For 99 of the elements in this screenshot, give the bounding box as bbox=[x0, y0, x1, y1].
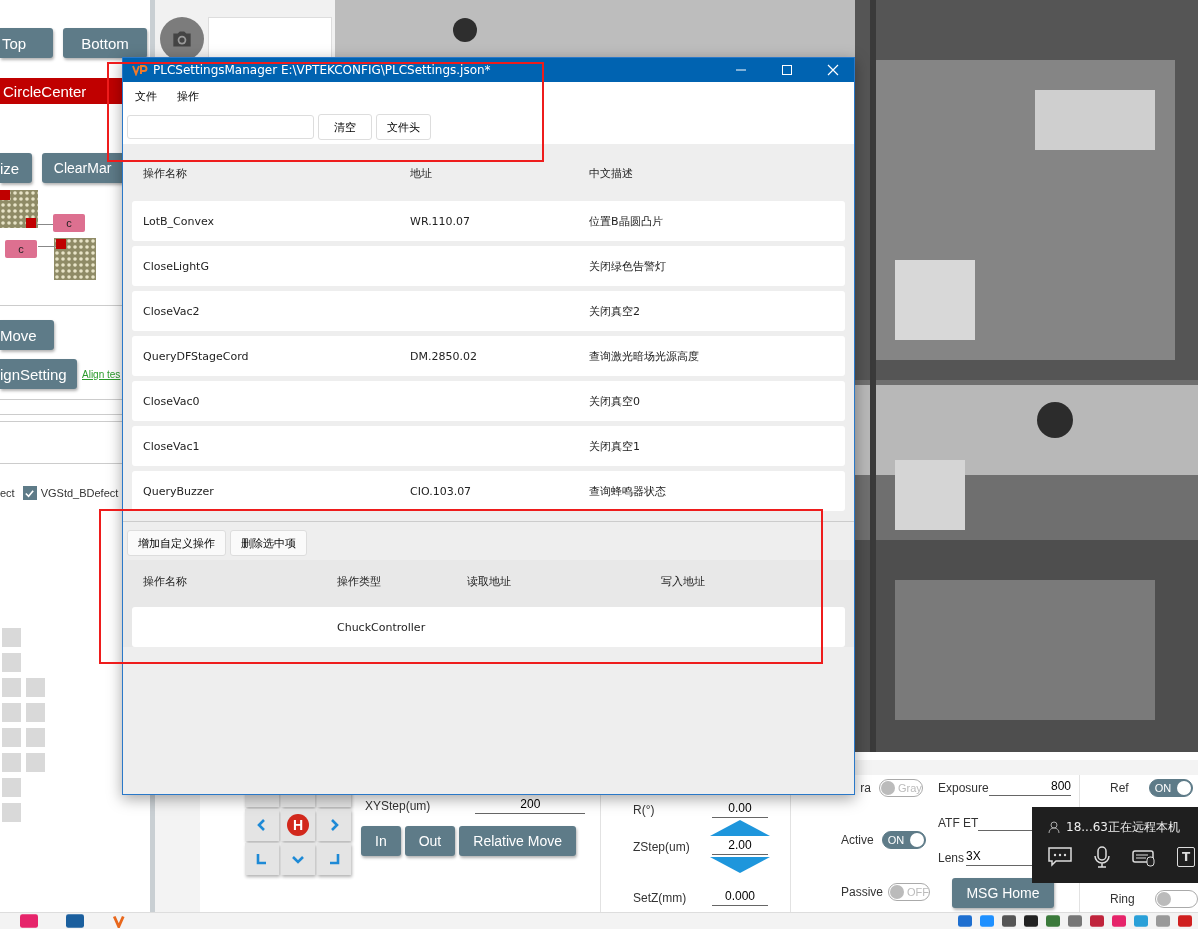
move-button[interactable]: Relative Move bbox=[459, 826, 576, 856]
close-icon[interactable] bbox=[827, 64, 839, 76]
align-setting-button[interactable]: ignSetting bbox=[0, 359, 77, 389]
window-title: PLCSettingsManager E:\VPTEKCONFIG\PLCSettings.json* bbox=[153, 63, 491, 77]
menu-item[interactable]: 操作 bbox=[177, 89, 199, 104]
value-field[interactable]: 2.00 bbox=[712, 838, 768, 855]
checkbox[interactable] bbox=[22, 486, 37, 500]
app-logo-icon bbox=[132, 64, 148, 76]
search-field[interactable] bbox=[127, 115, 314, 139]
field-label: ZStep(um) bbox=[633, 839, 690, 854]
toolbar-button[interactable]: 增加自定义操作 bbox=[127, 530, 226, 556]
toggle-switch[interactable]: ON bbox=[881, 831, 926, 849]
field-label: ATF ET bbox=[938, 815, 979, 830]
bottom-view-button[interactable]: Bottom bbox=[63, 28, 147, 58]
remote-status-text: 18...63正在远程本机 bbox=[1066, 819, 1180, 836]
toolbar-button[interactable]: 删除选中项 bbox=[230, 530, 307, 556]
table-cell: DM.2850.02 bbox=[410, 349, 477, 363]
table-row[interactable]: ChuckController bbox=[132, 607, 845, 647]
jog-button[interactable] bbox=[245, 809, 279, 841]
column-header: 地址 bbox=[409, 165, 433, 181]
menu-item[interactable]: 文件 bbox=[135, 89, 157, 104]
marker-handle[interactable] bbox=[56, 239, 66, 249]
table-cell: 位置B晶圆凸片 bbox=[589, 214, 663, 228]
column-header: 中文描述 bbox=[588, 165, 634, 181]
xy-step-field[interactable]: 200 bbox=[475, 797, 586, 814]
option-label: ect bbox=[0, 487, 15, 499]
move-button[interactable]: Out bbox=[404, 826, 456, 856]
table-cell: CloseLightG bbox=[143, 259, 209, 273]
app-icon[interactable] bbox=[20, 914, 38, 928]
mark-label[interactable]: c bbox=[5, 240, 37, 258]
jog-button[interactable] bbox=[317, 809, 351, 841]
table-cell: LotB_Convex bbox=[143, 214, 214, 228]
maximize-icon[interactable] bbox=[781, 64, 793, 76]
checker-pattern bbox=[54, 238, 96, 280]
move-button[interactable]: Move bbox=[0, 320, 54, 350]
microphone-icon[interactable] bbox=[1093, 846, 1111, 868]
table-row[interactable]: CloseVac0 关闭真空0 bbox=[132, 381, 845, 421]
triangle-down-icon[interactable] bbox=[710, 857, 770, 873]
toolbar-button[interactable]: 文件头 bbox=[376, 114, 431, 140]
value-field[interactable]: 0.00 bbox=[712, 801, 768, 818]
person-icon bbox=[1048, 821, 1060, 834]
field-label: SetZ(mm) bbox=[633, 890, 687, 905]
table-cell: 查询蜂鸣器状态 bbox=[589, 484, 666, 498]
marker-handle[interactable] bbox=[0, 190, 10, 200]
size-button[interactable]: ize bbox=[0, 153, 32, 183]
table-cell: CloseVac2 bbox=[143, 304, 200, 318]
table-row[interactable]: QueryBuzzer CIO.103.07 查询蜂鸣器状态 bbox=[132, 471, 845, 511]
table-row[interactable]: LotB_Convex WR.110.07 位置B晶圆凸片 bbox=[132, 201, 845, 241]
toggle-switch[interactable] bbox=[1154, 890, 1198, 908]
table-cell: 关闭真空1 bbox=[589, 439, 640, 453]
toggle-label: Ring bbox=[1110, 892, 1135, 906]
table-cell: ChuckController bbox=[337, 620, 426, 634]
table-row[interactable]: CloseLightG 关闭绿色告警灯 bbox=[132, 246, 845, 286]
toggle-switch[interactable]: ON bbox=[1148, 779, 1193, 797]
table-row[interactable]: CloseVac1 关闭真空1 bbox=[132, 426, 845, 466]
value-field[interactable]: 0.000 bbox=[712, 889, 768, 906]
table-cell: CloseVac0 bbox=[143, 394, 200, 408]
toggle-label: Active bbox=[841, 833, 874, 847]
table-cell: QueryDFStageCord bbox=[143, 349, 249, 363]
triangle-up-icon[interactable] bbox=[710, 820, 770, 836]
column-header: 写入地址 bbox=[660, 573, 706, 589]
table-cell: CloseVac1 bbox=[143, 439, 200, 453]
table-row[interactable]: QueryDFStageCord DM.2850.02 查询激光暗场光源高度 bbox=[132, 336, 845, 376]
move-button[interactable]: In bbox=[361, 826, 401, 856]
msg-home-button[interactable]: MSG Home bbox=[952, 878, 1054, 908]
table-cell: 关闭真空0 bbox=[589, 394, 640, 408]
jog-button[interactable] bbox=[317, 843, 351, 875]
toolbar-button[interactable]: 清空 bbox=[318, 114, 372, 140]
mark-label[interactable]: c bbox=[53, 214, 85, 232]
column-header: 操作类型 bbox=[336, 573, 382, 589]
marker-handle[interactable] bbox=[26, 218, 36, 228]
text-key[interactable]: T bbox=[1177, 847, 1195, 867]
jog-button[interactable] bbox=[281, 843, 315, 875]
chat-icon[interactable] bbox=[1048, 847, 1072, 867]
field-label: R(°) bbox=[633, 802, 655, 817]
top-view-button[interactable]: Top bbox=[0, 28, 53, 58]
table-cell: CIO.103.07 bbox=[410, 484, 472, 498]
tray-icon[interactable] bbox=[1024, 915, 1038, 927]
table-cell: 查询激光暗场光源高度 bbox=[589, 349, 699, 363]
jog-button[interactable]: H bbox=[281, 809, 315, 841]
table-cell: WR.110.07 bbox=[410, 214, 471, 228]
column-header: 操作名称 bbox=[142, 573, 188, 589]
app-icon[interactable] bbox=[66, 914, 84, 928]
field-label: Exposure bbox=[938, 780, 989, 795]
value-field[interactable]: 800 bbox=[988, 779, 1071, 796]
table-cell: QueryBuzzer bbox=[143, 484, 214, 498]
checkbox-label: VGStd_BDefect bbox=[40, 487, 119, 499]
table-row[interactable]: CloseVac2 关闭真空2 bbox=[132, 291, 845, 331]
table-cell: 关闭真空2 bbox=[589, 304, 640, 318]
toggle-label: ra bbox=[859, 781, 871, 795]
table-cell: 关闭绿色告警灯 bbox=[589, 259, 666, 273]
field-label: XYStep(um) bbox=[365, 798, 431, 813]
align-test-link[interactable]: Align tes bbox=[82, 368, 121, 380]
keyboard-icon[interactable] bbox=[1132, 847, 1156, 867]
column-header: 读取地址 bbox=[466, 573, 512, 589]
tray-icon[interactable] bbox=[1002, 915, 1016, 927]
toggle-label: Ref bbox=[1110, 781, 1129, 795]
jog-button[interactable] bbox=[245, 843, 279, 875]
field-label: Lens bbox=[938, 850, 965, 865]
